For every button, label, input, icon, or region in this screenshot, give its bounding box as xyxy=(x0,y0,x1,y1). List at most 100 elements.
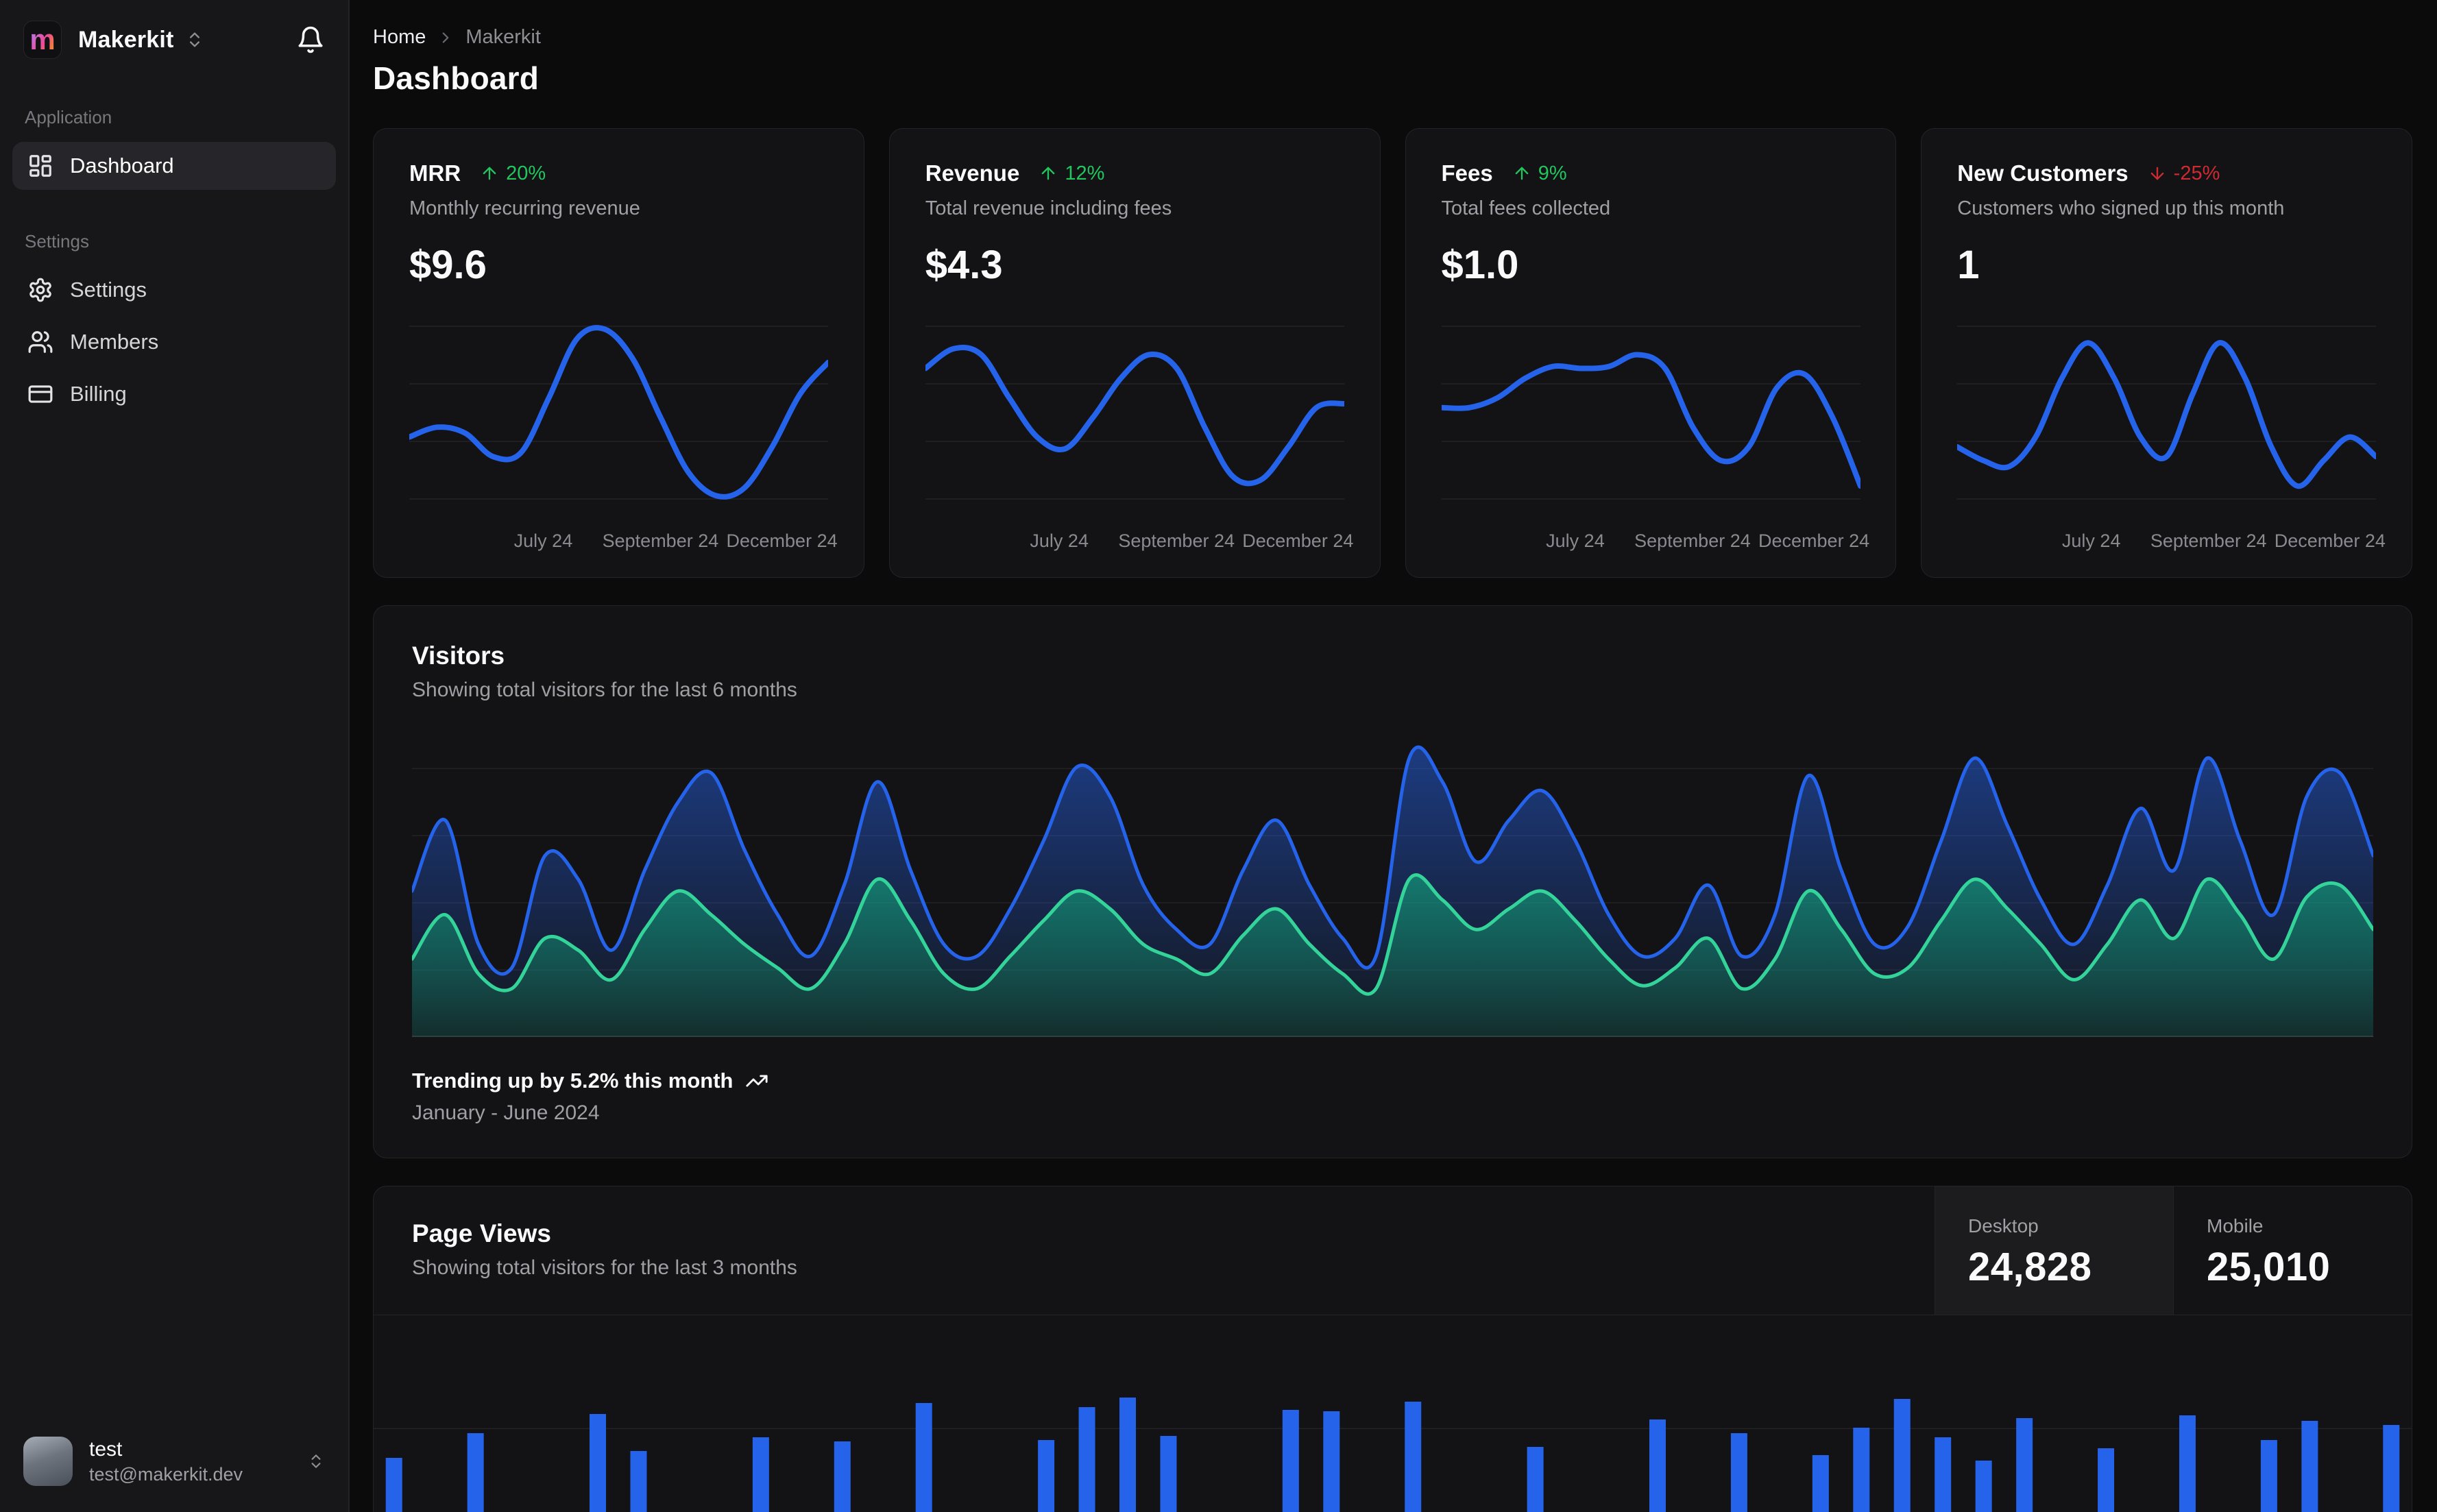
stat-delta-value: 12% xyxy=(1065,162,1105,184)
app-logo: m xyxy=(23,21,62,59)
stat-subtitle: Monthly recurring revenue xyxy=(409,197,640,219)
stat-value: $4.3 xyxy=(925,243,1003,287)
arrow-up-icon xyxy=(483,167,496,180)
visitors-trend-text: Trending up by 5.2% this month xyxy=(412,1069,733,1093)
user-avatar xyxy=(23,1437,73,1486)
trending-up-icon xyxy=(746,1075,768,1087)
x-tick-label: December 24 xyxy=(1242,531,1354,551)
main-content: Home Makerkit Dashboard MRR 20% Monthly … xyxy=(350,0,2437,1512)
arrow-up-icon xyxy=(1041,167,1055,180)
x-tick-label: December 24 xyxy=(2274,531,2386,551)
stat-subtitle: Customers who signed up this month xyxy=(1957,197,2285,219)
visitors-card: Visitors Showing total visitors for the … xyxy=(373,605,2412,1158)
x-axis-ticks: July 24 September 24 December 24 xyxy=(409,526,838,557)
breadcrumb-home[interactable]: Home xyxy=(373,26,426,49)
breadcrumb-current: Makerkit xyxy=(465,26,541,48)
stat-delta-value: 9% xyxy=(1538,162,1567,184)
x-tick-label: July 24 xyxy=(1030,531,1089,551)
gear-icon xyxy=(29,278,51,302)
page-views-header: Page Views Showing total visitors for th… xyxy=(374,1186,2412,1315)
app-logo-letter: m xyxy=(29,23,56,56)
notifications-button[interactable] xyxy=(296,25,325,54)
page-title: Dashboard xyxy=(373,60,539,96)
stat-delta-value: -25% xyxy=(2173,162,2220,184)
toggle-desktop[interactable]: Desktop 24,828 xyxy=(1935,1186,2173,1315)
stat-delta-badge: 12% xyxy=(1039,162,1104,185)
x-tick-label: September 24 xyxy=(1118,531,1235,551)
sidebar-item-dashboard[interactable]: Dashboard xyxy=(12,142,336,190)
sidebar-nav: Application Dashboard Settings Settings … xyxy=(12,59,336,418)
stat-cards-row: MRR 20% Monthly recurring revenue $9.6 J… xyxy=(373,128,2412,578)
sidebar-item-label: Members xyxy=(70,330,159,354)
visitors-subtitle: Showing total visitors for the last 6 mo… xyxy=(412,679,797,701)
customers-sparkline-chart xyxy=(1954,314,2379,520)
chevrons-up-down-icon xyxy=(189,32,199,47)
toggle-label: Mobile xyxy=(2207,1215,2264,1236)
user-name: test xyxy=(89,1437,123,1461)
stat-value: $1.0 xyxy=(1441,243,1519,287)
visitors-title: Visitors xyxy=(412,642,505,670)
arrow-up-icon xyxy=(1515,167,1529,180)
breadcrumb: Home Makerkit xyxy=(373,26,2412,49)
stat-title: MRR xyxy=(409,160,461,186)
page-views-bar-chart xyxy=(374,1315,2412,1512)
sidebar-item-members[interactable]: Members xyxy=(12,318,336,366)
stat-card-new-customers: New Customers -25% Customers who signed … xyxy=(1921,128,2412,578)
stat-subtitle: Total revenue including fees xyxy=(925,197,1172,219)
stat-title: Fees xyxy=(1441,160,1493,186)
stat-delta-value: 20% xyxy=(506,162,546,184)
toggle-label: Desktop xyxy=(1968,1215,2039,1236)
stat-delta-badge: 9% xyxy=(1512,162,1567,185)
stat-delta-badge: 20% xyxy=(480,162,546,185)
sidebar: m Makerkit Application Dashboard Setting… xyxy=(0,0,350,1512)
sidebar-item-label: Settings xyxy=(70,278,147,302)
x-axis-ticks: July 24 September 24 December 24 xyxy=(1957,526,2386,557)
dashboard-icon xyxy=(29,155,51,177)
stat-subtitle: Total fees collected xyxy=(1441,197,1611,219)
fees-sparkline-chart xyxy=(1438,314,1863,520)
x-axis-ticks: July 24 September 24 December 24 xyxy=(1442,526,1869,557)
toggle-mobile[interactable]: Mobile 25,010 xyxy=(2173,1186,2412,1315)
sidebar-item-label: Dashboard xyxy=(70,154,174,178)
mrr-sparkline-chart xyxy=(407,314,831,520)
page-views-title: Page Views xyxy=(412,1219,551,1247)
stat-title: Revenue xyxy=(925,160,1020,186)
stat-title: New Customers xyxy=(1957,160,2129,186)
x-tick-label: July 24 xyxy=(2061,531,2121,551)
page-views-card: Page Views Showing total visitors for th… xyxy=(373,1186,2412,1512)
sidebar-item-settings[interactable]: Settings xyxy=(12,266,336,314)
page-views-subtitle: Showing total visitors for the last 3 mo… xyxy=(412,1256,797,1279)
sidebar-item-billing[interactable]: Billing xyxy=(12,370,336,418)
users-icon xyxy=(28,331,53,353)
nav-section-label-settings: Settings xyxy=(25,231,89,252)
x-tick-label: September 24 xyxy=(1634,531,1751,551)
toggle-value: 24,828 xyxy=(1968,1245,2092,1289)
toggle-value: 25,010 xyxy=(2207,1245,2331,1289)
x-axis-ticks: July 24 September 24 December 24 xyxy=(925,526,1353,557)
chevrons-up-down-icon xyxy=(311,1454,321,1468)
chevron-right-icon xyxy=(443,32,449,43)
visitors-date-range: January - June 2024 xyxy=(412,1101,600,1124)
x-tick-label: September 24 xyxy=(602,531,719,551)
x-tick-label: July 24 xyxy=(513,531,573,551)
workspace-selector[interactable]: m Makerkit xyxy=(23,21,204,59)
stat-card-mrr: MRR 20% Monthly recurring revenue $9.6 J… xyxy=(373,128,864,578)
user-email: test@makerkit.dev xyxy=(89,1463,243,1485)
sidebar-item-label: Billing xyxy=(70,382,127,406)
bell-icon xyxy=(298,26,323,53)
stat-card-revenue: Revenue 12% Total revenue including fees… xyxy=(888,128,1381,578)
revenue-sparkline-chart xyxy=(922,314,1347,520)
stat-value: $9.6 xyxy=(409,243,487,287)
stat-card-fees: Fees 9% Total fees collected $1.0 July 2… xyxy=(1405,128,1897,578)
sidebar-header: m Makerkit xyxy=(12,0,336,59)
credit-card-icon xyxy=(28,385,53,403)
x-tick-label: September 24 xyxy=(2150,531,2267,551)
arrow-down-icon xyxy=(2150,167,2163,180)
stat-delta-badge: -25% xyxy=(2148,162,2220,185)
workspace-name: Makerkit xyxy=(78,26,174,53)
x-tick-label: July 24 xyxy=(1546,531,1605,551)
x-tick-label: December 24 xyxy=(1758,531,1870,551)
nav-section-label-application: Application xyxy=(25,107,112,127)
visitors-area-chart xyxy=(410,732,2375,1037)
user-menu[interactable]: test test@makerkit.dev xyxy=(12,1416,336,1512)
